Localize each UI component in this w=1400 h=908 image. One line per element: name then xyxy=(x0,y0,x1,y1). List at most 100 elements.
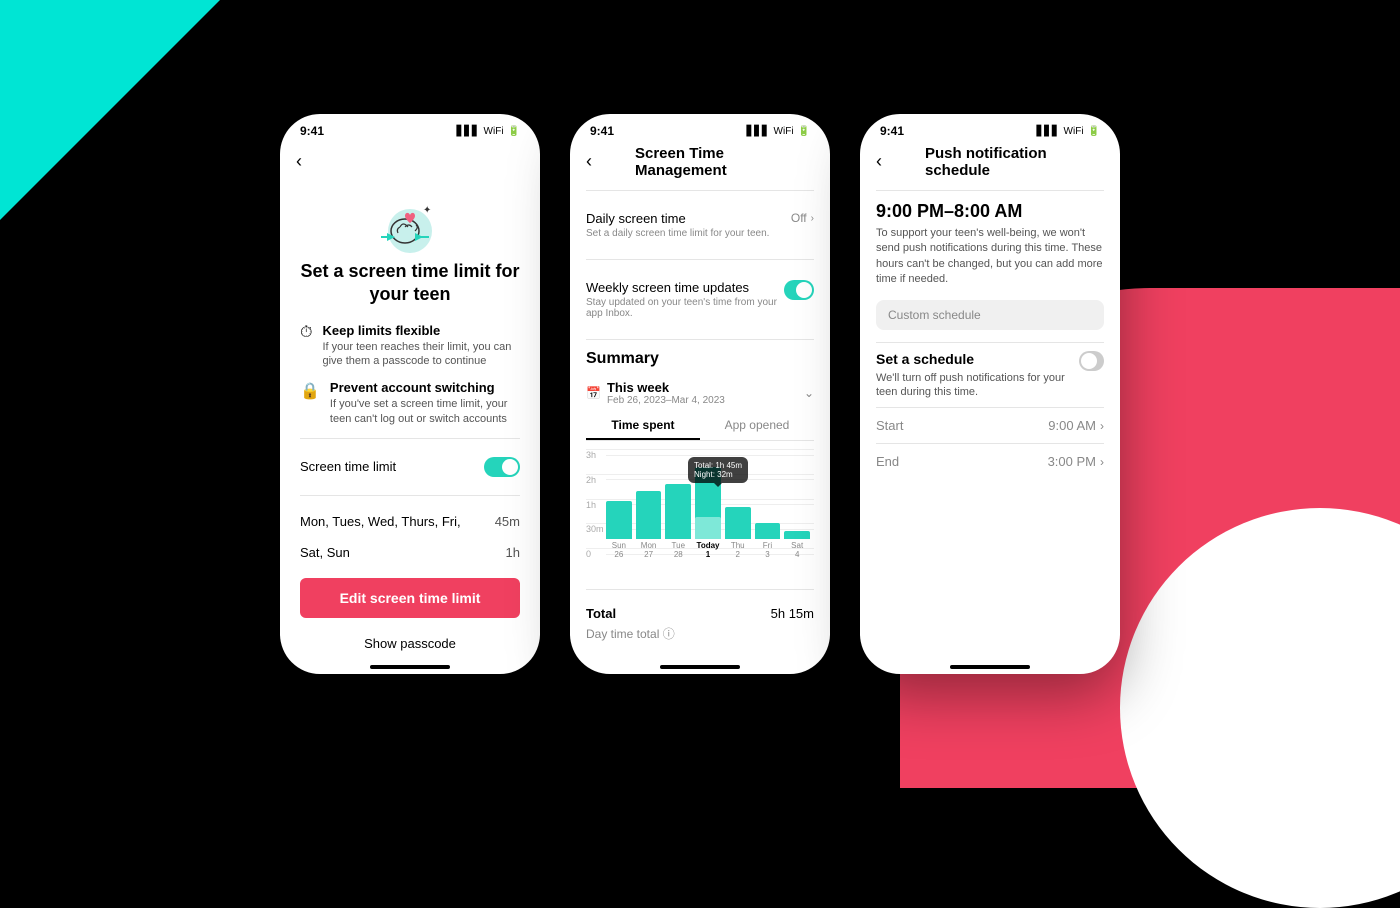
phone2-body: Daily screen time Set a daily screen tim… xyxy=(570,180,830,654)
home-bar-1 xyxy=(370,665,450,669)
feature-text-1: Keep limits flexible If your teen reache… xyxy=(322,323,520,369)
tab-app-opened[interactable]: App opened xyxy=(700,412,814,440)
divider-1 xyxy=(300,438,520,439)
weekdays-row: Mon, Tues, Wed, Thurs, Fri, 45m xyxy=(300,506,520,537)
bar-tue: Tue28 xyxy=(665,484,691,559)
phone3-content: ‹ Push notification schedule 9:00 PM–8:0… xyxy=(860,143,1120,654)
phone3-nav: ‹ Push notification schedule xyxy=(860,143,1120,180)
divider-p3-1 xyxy=(876,190,1104,191)
bar-thu: Thu2 xyxy=(725,507,751,559)
chevron-right-1: › xyxy=(811,213,814,224)
set-schedule-toggle[interactable] xyxy=(1079,351,1104,371)
status-icons-3: ▋▋▋ WiFi 🔋 xyxy=(1036,126,1100,137)
screen-time-limit-row: Screen time limit xyxy=(300,449,520,485)
home-indicator-1 xyxy=(280,654,540,674)
daily-screen-time-desc: Set a daily screen time limit for your t… xyxy=(586,228,769,239)
bar-today: Total: 1h 45m Night: 32m Today1 xyxy=(695,467,721,559)
end-value: 3:00 PM xyxy=(1048,454,1096,469)
home-indicator-2 xyxy=(570,654,830,674)
calendar-icon: 📅 xyxy=(586,386,601,400)
edit-screen-time-button[interactable]: Edit screen time limit xyxy=(300,578,520,618)
phone2-content: ‹ Screen Time Management Daily screen ti… xyxy=(570,143,830,654)
status-time-1: 9:41 xyxy=(300,124,324,138)
week-row[interactable]: 📅 This week Feb 26, 2023–Mar 4, 2023 ⌄ xyxy=(586,374,814,412)
bar-label-fri: Fri3 xyxy=(763,541,772,559)
weekdays-value: 45m xyxy=(495,514,520,529)
battery-icon: 🔋 xyxy=(508,126,520,137)
signal-icon: ▋▋▋ xyxy=(456,126,479,137)
daily-screen-time-row[interactable]: Daily screen time Set a daily screen tim… xyxy=(586,201,814,249)
phone3-body: 9:00 PM–8:00 AM To support your teen's w… xyxy=(860,180,1120,654)
this-week-label: This week xyxy=(607,380,725,395)
divider-2 xyxy=(300,495,520,496)
bar-sat: Sat4 xyxy=(784,531,810,559)
end-value-container: 3:00 PM › xyxy=(1048,454,1104,469)
bar-fri: Fri3 xyxy=(755,523,781,559)
bar-today-night xyxy=(695,517,721,539)
chart-tooltip: Total: 1h 45m Night: 32m xyxy=(688,457,748,483)
phone-2: 9:41 ▋▋▋ WiFi 🔋 ‹ Screen Time Management… xyxy=(570,114,830,674)
chart-area: 3h 2h 1h 30m 0 Sun26 xyxy=(586,449,814,579)
custom-schedule-input[interactable]: Custom schedule xyxy=(876,300,1104,330)
show-passcode-button[interactable]: Show passcode xyxy=(300,626,520,654)
total-section: Total 5h 15m Day time total ⓘ xyxy=(586,600,814,648)
set-schedule-left: Set a schedule We'll turn off push notif… xyxy=(876,351,1079,400)
chevron-right-start: › xyxy=(1100,419,1104,433)
grid-label-30m: 30m xyxy=(586,524,606,534)
bar-sun: Sun26 xyxy=(606,501,632,559)
end-label: End xyxy=(876,454,899,469)
status-time-3: 9:41 xyxy=(880,124,904,138)
tab-time-spent[interactable]: Time spent xyxy=(586,412,700,440)
divider-p2-4 xyxy=(586,589,814,590)
phone-3: 9:41 ▋▋▋ WiFi 🔋 ‹ Push notification sche… xyxy=(860,114,1120,674)
daily-screen-time-left: Daily screen time Set a daily screen tim… xyxy=(586,211,769,239)
phone1-illustration: ✦ xyxy=(300,180,520,260)
divider-p2-3 xyxy=(586,339,814,340)
time-range-desc: To support your teen's well-being, we wo… xyxy=(876,226,1104,288)
feature1-desc: If your teen reaches their limit, you ca… xyxy=(322,340,520,369)
back-button-2[interactable]: ‹ xyxy=(586,151,592,172)
signal-icon-2: ▋▋▋ xyxy=(746,126,769,137)
divider-p2-1 xyxy=(586,190,814,191)
back-button-1[interactable]: ‹ xyxy=(296,151,302,172)
feature-item-2: 🔒 Prevent account switching If you've se… xyxy=(300,380,520,426)
phone1-title: Set a screen time limit for your teen xyxy=(300,260,520,307)
screen-time-limit-label: Screen time limit xyxy=(300,459,396,474)
weekly-updates-label: Weekly screen time updates xyxy=(586,280,784,295)
wifi-icon-3: WiFi xyxy=(1064,126,1084,137)
divider-p2-2 xyxy=(586,259,814,260)
date-range: Feb 26, 2023–Mar 4, 2023 xyxy=(607,395,725,406)
phone1-body: ✦ Set a screen time limit for your teen xyxy=(280,180,540,654)
start-time-row[interactable]: Start 9:00 AM › xyxy=(876,407,1104,443)
back-button-3[interactable]: ‹ xyxy=(876,151,882,172)
start-value: 9:00 AM xyxy=(1048,418,1096,433)
weekly-updates-row: Weekly screen time updates Stay updated … xyxy=(586,270,814,329)
week-left: 📅 This week Feb 26, 2023–Mar 4, 2023 xyxy=(586,380,725,406)
bar-mon: Mon27 xyxy=(636,491,662,559)
screen-time-toggle[interactable] xyxy=(484,457,520,477)
chevron-down-icon: ⌄ xyxy=(804,386,814,400)
status-time-2: 9:41 xyxy=(590,124,614,138)
weekly-updates-toggle[interactable] xyxy=(784,280,814,300)
bar-tue-fill xyxy=(665,484,691,539)
bar-sun-fill xyxy=(606,501,632,539)
end-time-row[interactable]: End 3:00 PM › xyxy=(876,443,1104,479)
bar-label-tue: Tue28 xyxy=(672,541,686,559)
day-time-label: Day time total ⓘ xyxy=(586,625,814,642)
set-schedule-label: Set a schedule xyxy=(876,351,1079,367)
phone2-nav-title: Screen Time Management xyxy=(635,145,765,179)
home-bar-2 xyxy=(660,665,740,669)
start-value-container: 9:00 AM › xyxy=(1048,418,1104,433)
weekend-value: 1h xyxy=(506,545,520,560)
phone2-nav: ‹ Screen Time Management xyxy=(570,143,830,180)
tooltip-night: Night: 32m xyxy=(694,470,742,479)
phones-container: 9:41 ▋▋▋ WiFi 🔋 ‹ xyxy=(280,114,1120,674)
lock-icon: 🔒 xyxy=(300,381,320,401)
bar-label-mon: Mon27 xyxy=(641,541,657,559)
status-icons-1: ▋▋▋ WiFi 🔋 xyxy=(456,126,520,137)
set-schedule-desc: We'll turn off push notifications for yo… xyxy=(876,371,1079,400)
grid-label-3h: 3h xyxy=(586,450,606,460)
grid-label-1h: 1h xyxy=(586,500,606,510)
weekend-label: Sat, Sun xyxy=(300,545,350,560)
week-info: This week Feb 26, 2023–Mar 4, 2023 xyxy=(607,380,725,406)
